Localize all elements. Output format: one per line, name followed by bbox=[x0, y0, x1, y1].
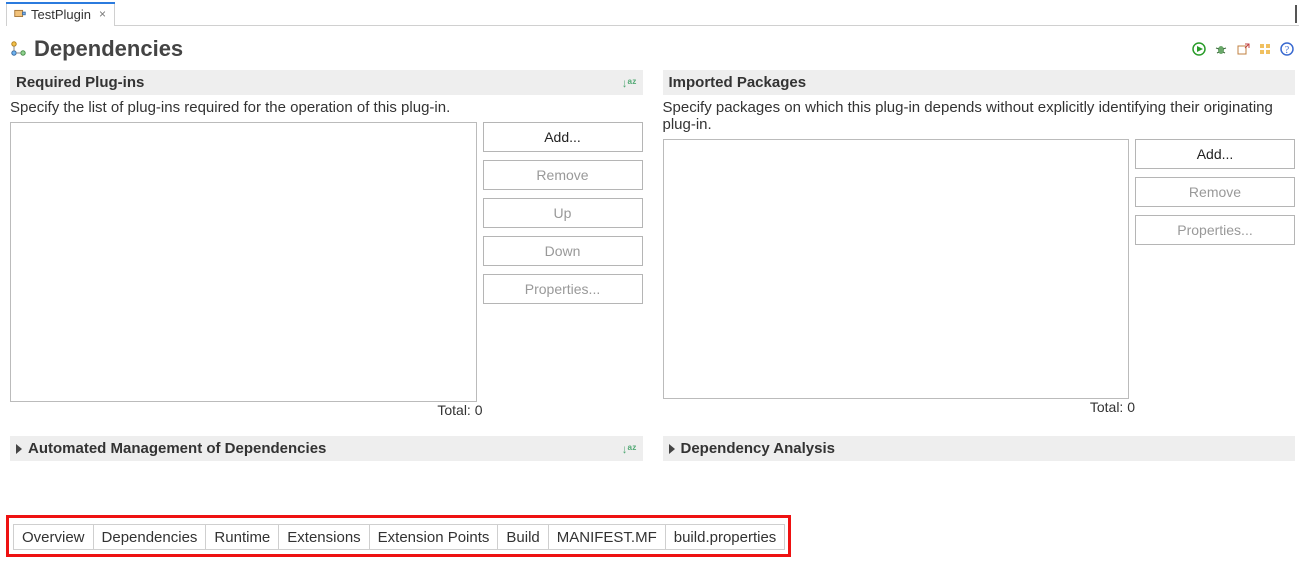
maximize-icon[interactable] bbox=[1295, 6, 1297, 22]
tab-overview[interactable]: Overview bbox=[13, 524, 94, 550]
tab-extensions[interactable]: Extensions bbox=[278, 524, 369, 550]
dependencies-icon bbox=[10, 40, 28, 58]
imported-packages-section: Imported Packages Specify packages on wh… bbox=[663, 70, 1296, 418]
sort-icon[interactable]: ↓ᵃᶻ bbox=[622, 442, 637, 456]
svg-text:?: ? bbox=[1285, 45, 1290, 56]
close-icon[interactable]: × bbox=[99, 7, 106, 21]
up-button[interactable]: Up bbox=[483, 198, 643, 228]
required-plugins-list[interactable] bbox=[10, 122, 477, 402]
sort-icon[interactable]: ↓ᵃᶻ bbox=[622, 76, 637, 90]
tab-extension-points[interactable]: Extension Points bbox=[369, 524, 499, 550]
tab-manifest-mf[interactable]: MANIFEST.MF bbox=[548, 524, 666, 550]
editor-tab-testplugin[interactable]: TestPlugin × bbox=[6, 2, 115, 26]
chevron-right-icon bbox=[669, 444, 675, 454]
debug-icon[interactable] bbox=[1213, 41, 1229, 57]
required-plugins-header: Required Plug-ins ↓ᵃᶻ bbox=[10, 70, 643, 95]
add-button[interactable]: Add... bbox=[483, 122, 643, 152]
add-button[interactable]: Add... bbox=[1135, 139, 1295, 169]
imported-packages-header: Imported Packages bbox=[663, 70, 1296, 95]
required-total: Total: 0 bbox=[437, 402, 482, 418]
editor-tab-title: TestPlugin bbox=[31, 7, 91, 22]
tab-dependencies[interactable]: Dependencies bbox=[93, 524, 207, 550]
editor-tab-bar: TestPlugin × bbox=[6, 2, 1299, 26]
dependency-analysis-title: Dependency Analysis bbox=[681, 440, 836, 457]
page-title: Dependencies bbox=[34, 36, 183, 62]
organize-icon[interactable] bbox=[1257, 41, 1273, 57]
run-icon[interactable] bbox=[1191, 41, 1207, 57]
properties-button[interactable]: Properties... bbox=[483, 274, 643, 304]
imported-total: Total: 0 bbox=[1090, 399, 1135, 415]
properties-button[interactable]: Properties... bbox=[1135, 215, 1295, 245]
chevron-right-icon bbox=[16, 444, 22, 454]
required-plugins-description: Specify the list of plug-ins required fo… bbox=[10, 95, 643, 122]
tab-runtime[interactable]: Runtime bbox=[205, 524, 279, 550]
automated-dependencies-title: Automated Management of Dependencies bbox=[28, 440, 326, 457]
tab-build-properties[interactable]: build.properties bbox=[665, 524, 786, 550]
imported-packages-description: Specify packages on which this plug-in d… bbox=[663, 95, 1296, 139]
automated-dependencies-section[interactable]: Automated Management of Dependencies ↓ᵃᶻ bbox=[10, 436, 643, 461]
required-plugins-section: Required Plug-ins ↓ᵃᶻ Specify the list o… bbox=[10, 70, 643, 418]
plugin-icon bbox=[13, 6, 27, 23]
tab-build[interactable]: Build bbox=[497, 524, 548, 550]
dependency-analysis-section[interactable]: Dependency Analysis bbox=[663, 436, 1296, 461]
bottom-tab-bar: Overview Dependencies Runtime Extensions… bbox=[6, 515, 791, 557]
imported-packages-list[interactable] bbox=[663, 139, 1130, 399]
down-button[interactable]: Down bbox=[483, 236, 643, 266]
remove-button[interactable]: Remove bbox=[483, 160, 643, 190]
page-header: Dependencies ? bbox=[6, 26, 1299, 70]
remove-button[interactable]: Remove bbox=[1135, 177, 1295, 207]
help-icon[interactable]: ? bbox=[1279, 41, 1295, 57]
export-icon[interactable] bbox=[1235, 41, 1251, 57]
imported-packages-title: Imported Packages bbox=[669, 74, 807, 91]
required-plugins-title: Required Plug-ins bbox=[16, 74, 144, 91]
